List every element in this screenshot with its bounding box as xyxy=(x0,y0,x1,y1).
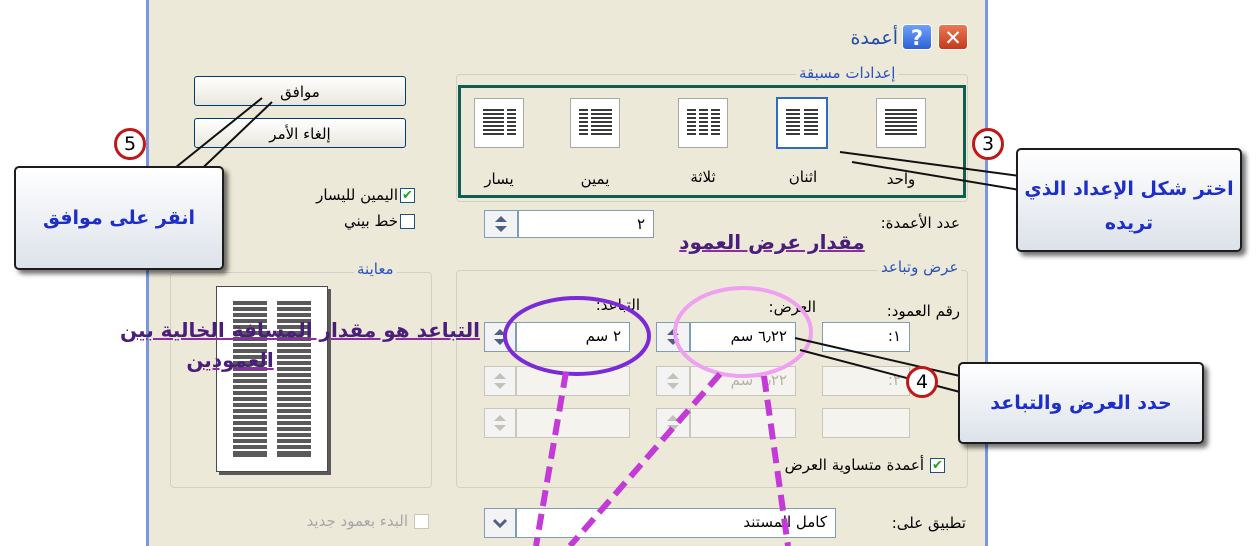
spacing-dash-line xyxy=(533,371,569,546)
spacing-highlight-circle xyxy=(503,296,651,376)
width-dash-line-a xyxy=(567,372,723,546)
callout-width-spacing: حدد العرض والتباعد xyxy=(958,362,1204,444)
step-3-badge: 3 xyxy=(972,128,1004,160)
annotation-overlay xyxy=(159,97,1021,546)
leader-line-3b xyxy=(851,161,1021,191)
note-spacing-line2: العمودين xyxy=(186,348,274,372)
step-5-badge: 5 xyxy=(114,128,146,160)
step-4-badge: 4 xyxy=(906,366,938,398)
screenshot: ✕ ? أعمدة إعدادات مسبقة واحد اثنان ثلاثة… xyxy=(0,0,1258,546)
width-dash-line-b xyxy=(761,375,791,546)
note-column-width: مقدار عرض العمود xyxy=(679,230,865,254)
note-spacing-line1: التباعد هو مقدار المسافة الخالية بين xyxy=(120,318,480,342)
callout-click-ok: انقر على موافق xyxy=(14,166,224,270)
callout-choose-preset: اختر شكل الإعداد الذي تريده xyxy=(1016,148,1242,252)
width-highlight-circle xyxy=(673,286,813,378)
